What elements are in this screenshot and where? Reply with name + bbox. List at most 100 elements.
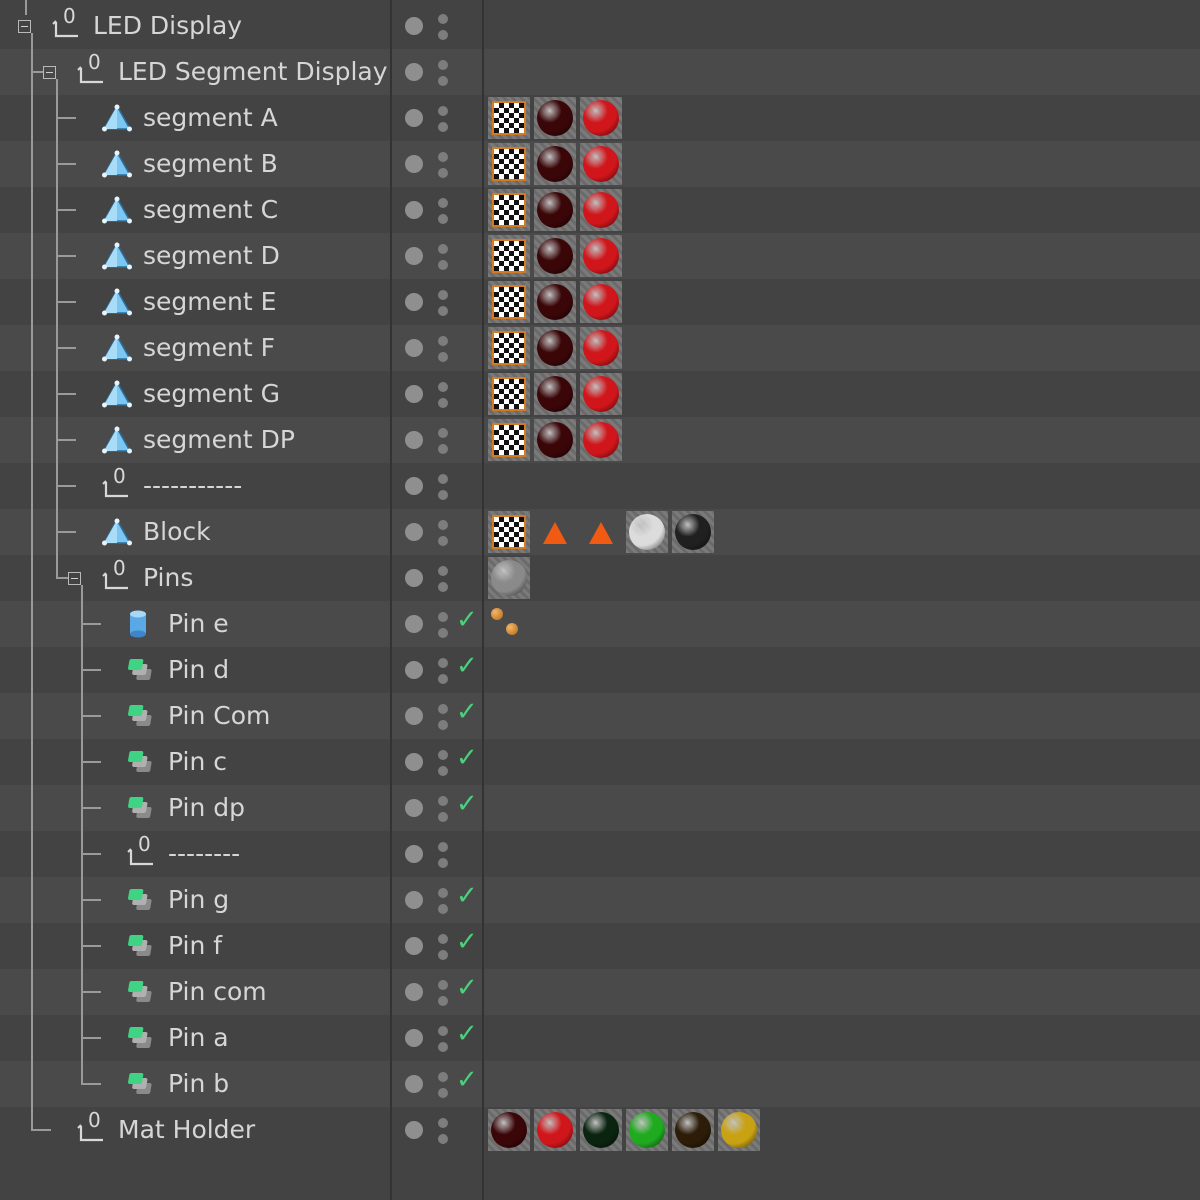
render-visibility-dots[interactable] xyxy=(438,474,448,500)
material-tag-red[interactable] xyxy=(580,373,622,415)
material-tag-checker[interactable] xyxy=(488,143,530,185)
material-tag-yellow[interactable] xyxy=(718,1109,760,1151)
render-visibility-dots[interactable] xyxy=(438,980,448,1006)
render-visibility-dots[interactable] xyxy=(438,336,448,362)
visibility-dot[interactable] xyxy=(405,293,423,311)
material-tag-dark-red[interactable] xyxy=(488,1109,530,1151)
material-tag-red[interactable] xyxy=(580,419,622,461)
visibility-dot[interactable] xyxy=(405,569,423,587)
enabled-check-icon[interactable]: ✓ xyxy=(456,697,478,727)
object-name[interactable]: segment A xyxy=(143,95,278,141)
object-name[interactable]: Pin e xyxy=(168,601,229,647)
object-name[interactable]: segment D xyxy=(143,233,280,279)
object-row[interactable]: segment E xyxy=(0,279,1200,325)
visibility-dot[interactable] xyxy=(405,661,423,679)
collapse-toggle[interactable] xyxy=(18,20,31,33)
render-visibility-dots[interactable] xyxy=(438,658,448,684)
object-name[interactable]: Pin dp xyxy=(168,785,245,831)
object-row[interactable]: segment C xyxy=(0,187,1200,233)
enabled-check-icon[interactable]: ✓ xyxy=(456,743,478,773)
object-name[interactable]: -------- xyxy=(168,831,240,877)
render-visibility-dots[interactable] xyxy=(438,842,448,868)
render-visibility-dots[interactable] xyxy=(438,290,448,316)
object-row[interactable]: 0 LED Segment Display xyxy=(0,49,1200,95)
tag-orange-triangle[interactable] xyxy=(534,511,576,553)
enabled-check-icon[interactable]: ✓ xyxy=(456,1065,478,1095)
object-name[interactable]: Block xyxy=(143,509,211,555)
object-name[interactable]: Mat Holder xyxy=(118,1107,255,1153)
object-row[interactable]: segment B xyxy=(0,141,1200,187)
object-name[interactable]: LED Segment Display xyxy=(118,49,388,95)
object-row[interactable]: Block xyxy=(0,509,1200,555)
enabled-check-icon[interactable]: ✓ xyxy=(456,1019,478,1049)
object-name[interactable]: Pin g xyxy=(168,877,229,923)
material-tag-checker[interactable] xyxy=(488,97,530,139)
object-name[interactable]: segment DP xyxy=(143,417,295,463)
visibility-dot[interactable] xyxy=(405,523,423,541)
enabled-check-icon[interactable]: ✓ xyxy=(456,927,478,957)
render-visibility-dots[interactable] xyxy=(438,566,448,592)
render-visibility-dots[interactable] xyxy=(438,934,448,960)
enabled-check-icon[interactable]: ✓ xyxy=(456,973,478,1003)
material-tag-red[interactable] xyxy=(580,189,622,231)
visibility-dot[interactable] xyxy=(405,1075,423,1093)
object-row[interactable]: segment D xyxy=(0,233,1200,279)
column-separator[interactable] xyxy=(390,0,392,1200)
material-tag-dark-red[interactable] xyxy=(534,143,576,185)
object-row[interactable]: Pin g ✓ xyxy=(0,877,1200,923)
render-visibility-dots[interactable] xyxy=(438,612,448,638)
object-name[interactable]: Pin b xyxy=(168,1061,229,1107)
visibility-dot[interactable] xyxy=(405,891,423,909)
render-visibility-dots[interactable] xyxy=(438,796,448,822)
material-tag-dark-red[interactable] xyxy=(534,419,576,461)
visibility-dot[interactable] xyxy=(405,845,423,863)
object-name[interactable]: Pin a xyxy=(168,1015,229,1061)
object-name[interactable]: Pin c xyxy=(168,739,227,785)
object-row[interactable]: segment F xyxy=(0,325,1200,371)
visibility-dot[interactable] xyxy=(405,753,423,771)
object-name[interactable]: LED Display xyxy=(93,3,242,49)
material-tag-dark-red[interactable] xyxy=(534,281,576,323)
object-row[interactable]: segment A xyxy=(0,95,1200,141)
material-tag-black[interactable] xyxy=(672,511,714,553)
collapse-toggle[interactable] xyxy=(68,572,81,585)
material-tag-dark-green[interactable] xyxy=(580,1109,622,1151)
material-tag-red[interactable] xyxy=(580,235,622,277)
visibility-dot[interactable] xyxy=(405,385,423,403)
object-row[interactable]: Pin b ✓ xyxy=(0,1061,1200,1107)
render-visibility-dots[interactable] xyxy=(438,1072,448,1098)
material-tag-red[interactable] xyxy=(534,1109,576,1151)
enabled-check-icon[interactable]: ✓ xyxy=(456,651,478,681)
object-row[interactable]: Pin Com ✓ xyxy=(0,693,1200,739)
object-row[interactable]: Pin d ✓ xyxy=(0,647,1200,693)
visibility-dot[interactable] xyxy=(405,339,423,357)
object-name[interactable]: segment G xyxy=(143,371,280,417)
render-visibility-dots[interactable] xyxy=(438,244,448,270)
visibility-dot[interactable] xyxy=(405,1121,423,1139)
material-tag-checker[interactable] xyxy=(488,281,530,323)
material-tag-white[interactable] xyxy=(626,511,668,553)
material-tag-red[interactable] xyxy=(580,327,622,369)
enabled-check-icon[interactable]: ✓ xyxy=(456,881,478,911)
material-tag-dark-red[interactable] xyxy=(534,97,576,139)
visibility-dot[interactable] xyxy=(405,431,423,449)
material-tag-red[interactable] xyxy=(580,143,622,185)
material-tag-red[interactable] xyxy=(580,281,622,323)
material-tag-dark-brown[interactable] xyxy=(672,1109,714,1151)
tag-orange-dots[interactable] xyxy=(488,603,524,645)
visibility-dot[interactable] xyxy=(405,201,423,219)
material-tag-green[interactable] xyxy=(626,1109,668,1151)
render-visibility-dots[interactable] xyxy=(438,888,448,914)
visibility-dot[interactable] xyxy=(405,247,423,265)
enabled-check-icon[interactable]: ✓ xyxy=(456,605,478,635)
render-visibility-dots[interactable] xyxy=(438,1118,448,1144)
object-name[interactable]: segment C xyxy=(143,187,278,233)
object-row[interactable]: segment G xyxy=(0,371,1200,417)
render-visibility-dots[interactable] xyxy=(438,520,448,546)
object-row[interactable]: 0 Pins xyxy=(0,555,1200,601)
visibility-dot[interactable] xyxy=(405,17,423,35)
visibility-dot[interactable] xyxy=(405,799,423,817)
object-name[interactable]: segment B xyxy=(143,141,278,187)
material-tag-checker[interactable] xyxy=(488,327,530,369)
object-row[interactable]: Pin c ✓ xyxy=(0,739,1200,785)
